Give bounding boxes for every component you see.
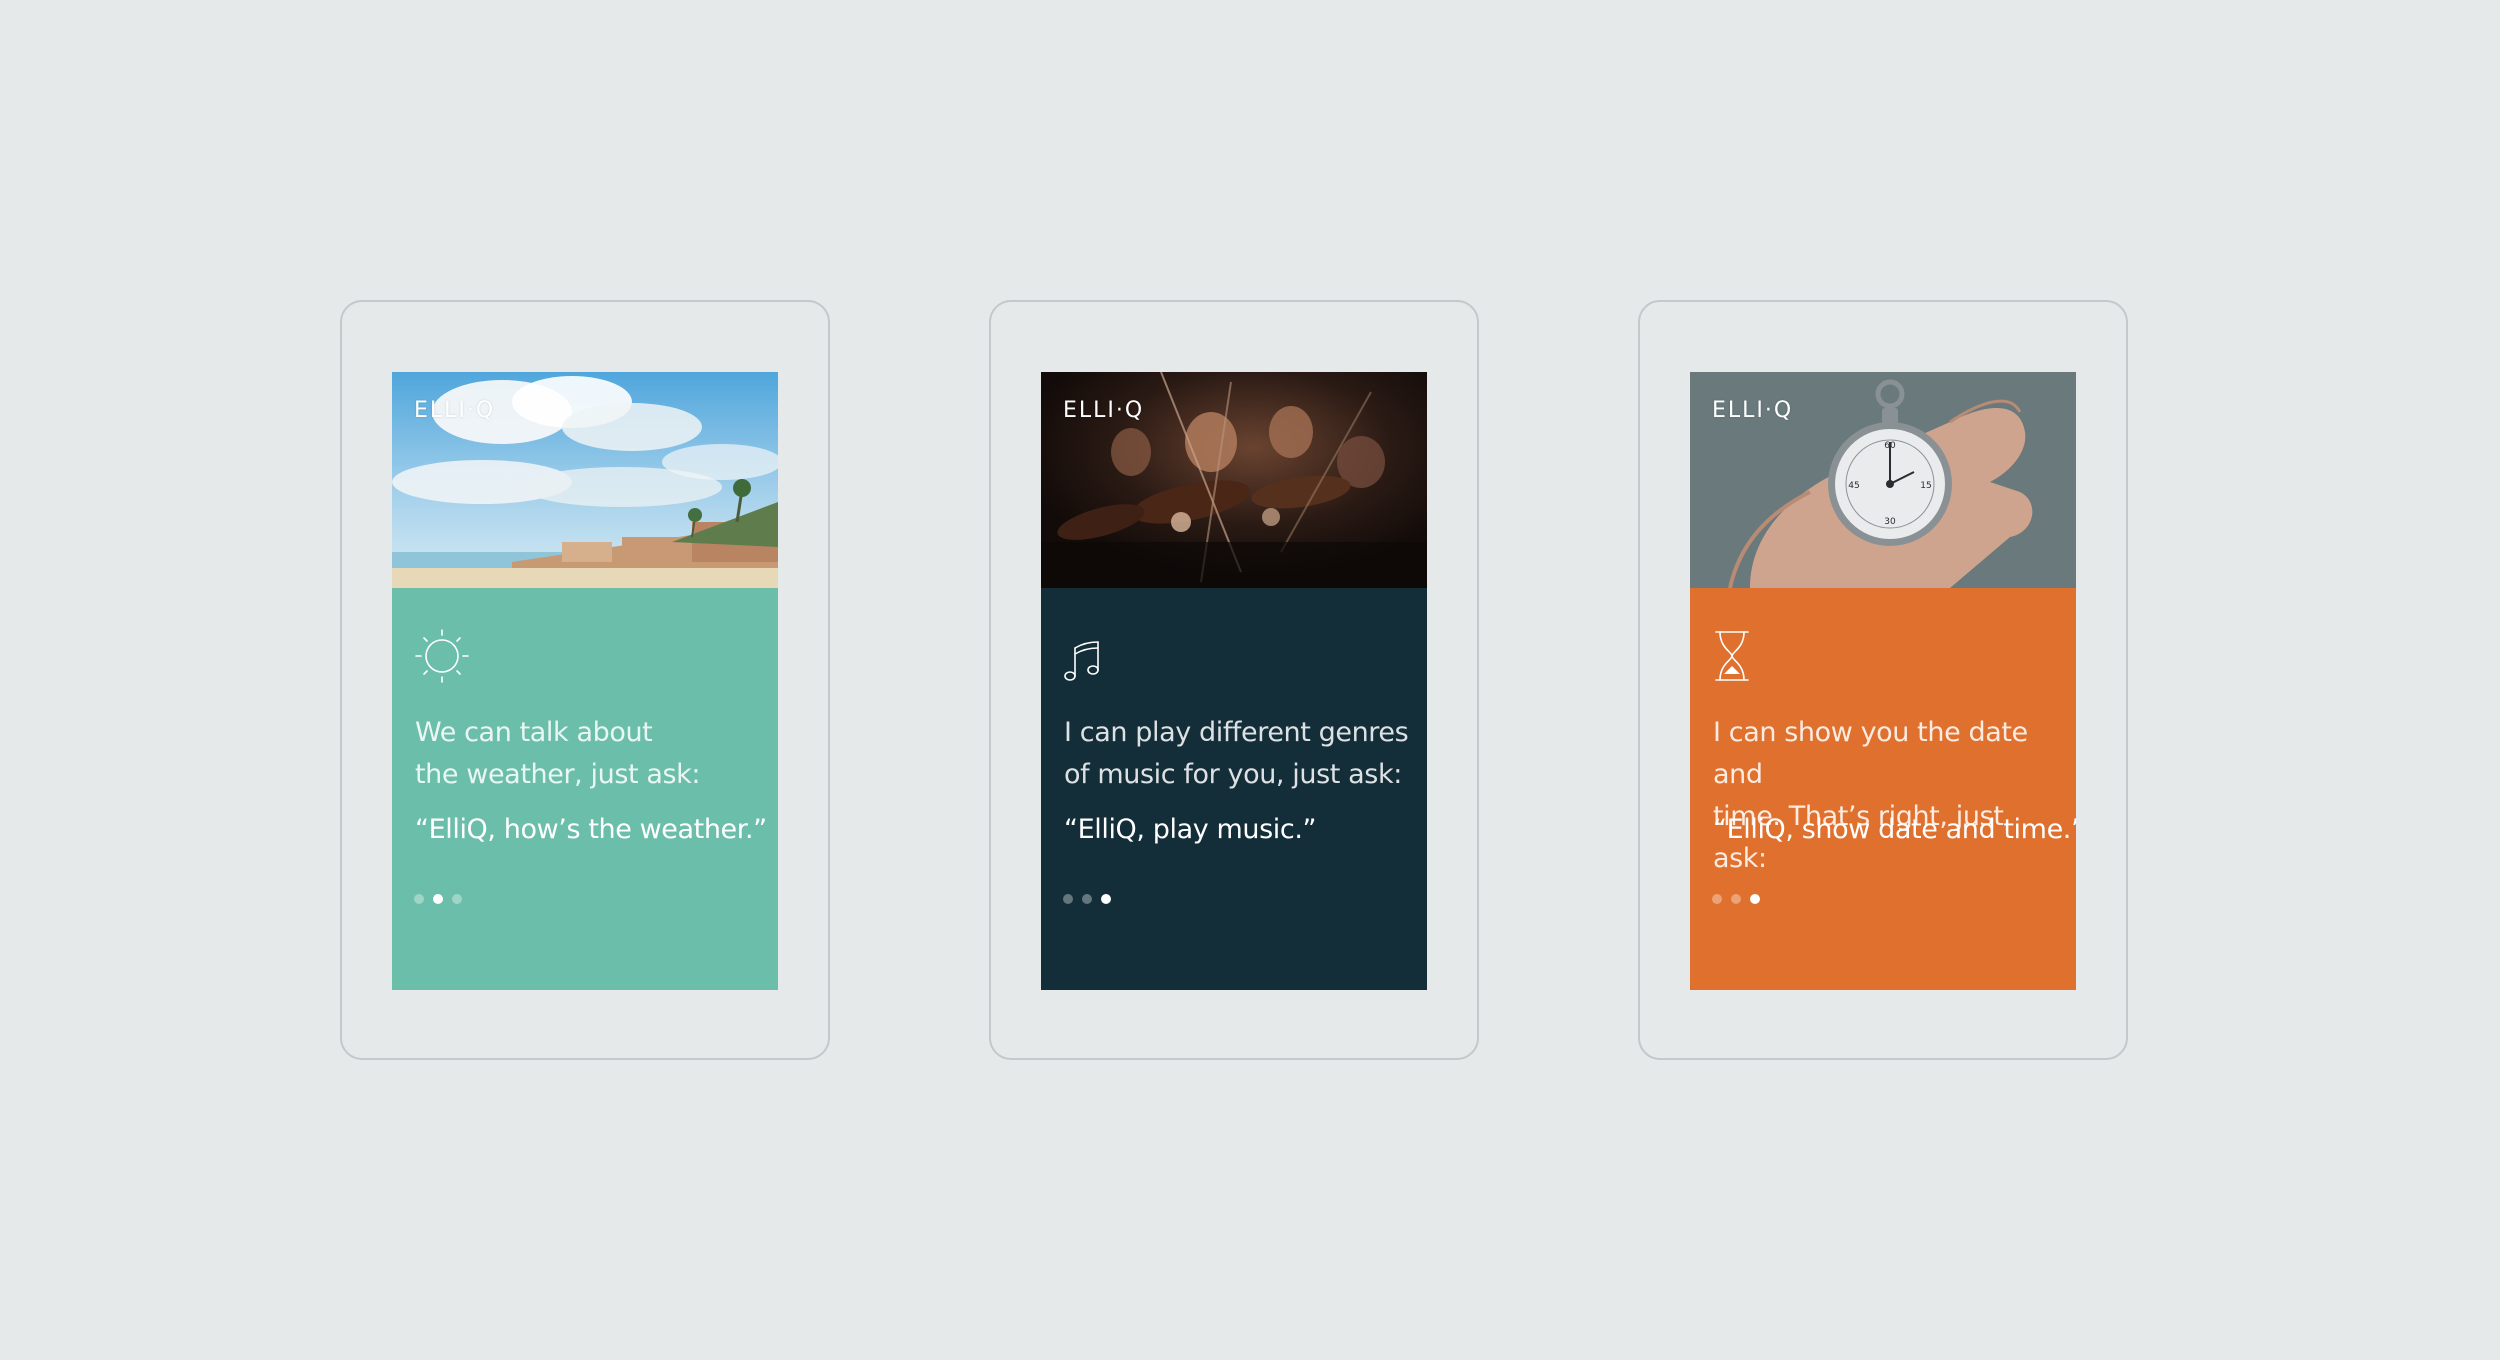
elliq-logo: ELLI·Q	[1712, 398, 1794, 423]
sun-icon	[412, 624, 478, 690]
pagination-dot-1[interactable]	[1712, 894, 1722, 904]
elliq-logo: ELLI·Q	[414, 398, 496, 423]
voice-command-quote: “ElliQ, show date and time.”	[1713, 814, 2076, 845]
svg-text:45: 45	[1848, 481, 1859, 491]
tablet-frame-weather: ELLI·Q We can talk about the weather, ju…	[340, 300, 830, 1060]
pagination-dot-3[interactable]	[1750, 894, 1760, 904]
music-note-icon	[1061, 624, 1127, 690]
card-description: I can play different genres of music for…	[1064, 717, 1409, 790]
voice-command-quote: “ElliQ, how’s the weather.”	[415, 814, 767, 845]
svg-text:15: 15	[1920, 481, 1931, 491]
card-screen-music: ELLI·Q I can play different genres of mu…	[1041, 372, 1427, 990]
time-panel: I can show you the date and time. That’s…	[1690, 588, 2076, 990]
tablet-frame-music: ELLI·Q I can play different genres of mu…	[989, 300, 1479, 1060]
card-screen-weather: ELLI·Q We can talk about the weather, ju…	[392, 372, 778, 990]
svg-text:30: 30	[1884, 517, 1896, 527]
pagination-dot-2[interactable]	[433, 894, 443, 904]
pagination-dots	[1063, 894, 1111, 904]
pagination-dot-1[interactable]	[414, 894, 424, 904]
pagination-dot-1[interactable]	[1063, 894, 1073, 904]
hourglass-icon	[1710, 624, 1776, 690]
card-screen-time: 60 15 30 45 ELLI·Q I can show you the da…	[1690, 372, 2076, 990]
music-panel: I can play different genres of music for…	[1041, 588, 1427, 990]
pagination-dot-2[interactable]	[1731, 894, 1741, 904]
pagination-dot-3[interactable]	[452, 894, 462, 904]
tablet-frame-time: 60 15 30 45 ELLI·Q I can show you the da…	[1638, 300, 2128, 1060]
card-description: I can show you the date and time. That’s…	[1713, 717, 2028, 874]
beach-weather-photo: ELLI·Q	[392, 372, 778, 588]
pagination-dots	[1712, 894, 1760, 904]
svg-text:60: 60	[1884, 441, 1896, 451]
orchestra-violins-photo: ELLI·Q	[1041, 372, 1427, 588]
stopwatch-in-hand-photo: 60 15 30 45 ELLI·Q	[1690, 372, 2076, 588]
pagination-dot-2[interactable]	[1082, 894, 1092, 904]
pagination-dots	[414, 894, 462, 904]
showcase-stage: ELLI·Q We can talk about the weather, ju…	[0, 0, 2500, 1360]
voice-command-quote: “ElliQ, play music.”	[1064, 814, 1317, 845]
pagination-dot-3[interactable]	[1101, 894, 1111, 904]
elliq-logo: ELLI·Q	[1063, 398, 1145, 423]
card-description: We can talk about the weather, just ask:	[415, 717, 701, 790]
weather-panel: We can talk about the weather, just ask:…	[392, 588, 778, 990]
